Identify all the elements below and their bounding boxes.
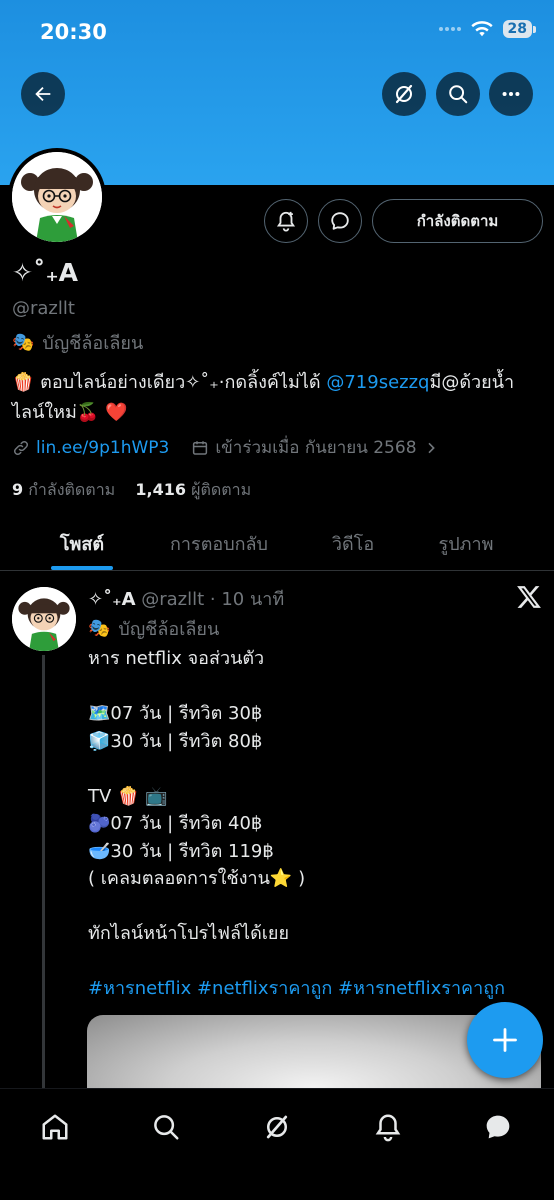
bottom-nav [0,1088,554,1200]
joined-date: เข้าร่วมเมื่อ กันยายน 2568 [215,438,417,458]
post-line: 🥣30 วัน | รีทวิต 119฿ [88,840,274,862]
message-icon [331,212,349,230]
post-avatar-illustration [12,587,76,651]
search-button[interactable] [436,72,480,116]
post-avatar[interactable] [12,587,76,651]
more-button[interactable] [489,72,533,116]
post-line [88,755,543,783]
post-line [88,948,543,976]
chevron-right-icon[interactable] [423,440,439,456]
wifi-icon [470,21,493,37]
post-line: หาร netflix จอส่วนตัว [88,648,265,669]
post-line: ( เคลมตลอดการใช้งาน⭐ ) [88,868,306,889]
followers-count: 1,416 [135,480,187,499]
status-time: 20:30 [40,20,107,44]
nav-grok[interactable] [257,1107,297,1147]
profile-display-name: ✧˚₊A [12,258,78,287]
nav-home[interactable] [35,1107,75,1147]
post-line: 🧊30 วัน | รีทวิต 80฿ [88,730,263,752]
notification-subscribe-button[interactable] [264,199,308,243]
post-parody-label: บัญชีล้อเลียน [118,619,220,640]
x-logo-icon [516,585,542,613]
link-icon [13,440,29,455]
bio-emoji: 🍿 [12,372,35,393]
profile-bio: 🍿 ตอบไลน์อย่างเดียว✧˚₊·กดลิ้งค์ไม่ได้ @7… [12,368,547,428]
post-handle-time: @razllt · 10 นาที [135,589,285,610]
compose-plus-icon [493,1028,517,1052]
post-line: ทักไลน์หน้าโปรไฟล์ได้เยย [88,923,290,944]
nav-notifications[interactable] [368,1107,408,1147]
notification-add-icon [276,211,296,232]
post-header: ✧˚₊A @razllt · 10 นาที [88,584,284,613]
profile-tabs: โพสต์ การตอบกลับ วิดีโอ รูปภาพ [0,515,554,571]
following-label: กำลังติดตาม [28,480,116,499]
followers-label: ผู้ติดตาม [191,480,252,499]
tab-videos[interactable]: วิดีโอ [300,515,406,571]
nav-messages[interactable] [478,1107,518,1147]
post-display-name[interactable]: ✧˚₊A [88,589,136,610]
tab-replies[interactable]: การตอบกลับ [150,515,288,571]
post-line [88,673,543,701]
following-count: 9 [12,480,24,499]
message-button[interactable] [318,199,362,243]
parody-label-row: 🎭 บัญชีล้อเลียน [12,328,143,357]
status-icons: 28 [438,20,537,38]
following-button[interactable]: กำลังติดตาม [372,199,543,243]
followers-stat[interactable]: 1,416 ผู้ติดตาม [135,480,251,499]
compose-button[interactable] [467,1002,543,1078]
website-link[interactable]: lin.ee/9p1hWP3 [36,438,169,458]
thread-line [42,655,45,1090]
search-icon [449,85,468,104]
home-icon [42,1114,68,1140]
tab-posts[interactable]: โพสต์ [22,515,142,571]
parody-label: บัญชีล้อเลียน [42,333,144,354]
grok-nav-icon [266,1115,288,1139]
post-line: TV 🍿 📺 [88,785,168,807]
tab-photos[interactable]: รูปภาพ [410,515,522,571]
post-parody-mask-icon: 🎭 [88,618,111,639]
bell-icon [375,1114,401,1142]
following-stat[interactable]: 9 กำลังติดตาม [12,480,115,499]
more-icon [502,91,520,97]
active-tab-indicator [51,566,113,570]
signal-icon [438,27,461,31]
grok-button[interactable] [382,72,426,116]
avatar-illustration [12,152,102,242]
grok-icon [395,84,413,104]
parody-mask-icon: 🎭 [12,332,35,353]
post-body[interactable]: หาร netflix จอส่วนตัว 🗺️07 วัน | รีทวิต … [88,645,543,1003]
follow-stats: 9 กำลังติดตาม 1,416 ผู้ติดตาม [12,478,251,503]
back-button[interactable] [21,72,65,116]
search-nav-icon [154,1115,179,1140]
post-line: 🫐07 วัน | รีทวิต 40฿ [88,813,263,834]
post-line: 🗺️07 วัน | รีทวิต 30฿ [88,703,263,724]
post-hashtags[interactable]: #หารnetflix #netflixราคาถูก #หารnetflixร… [88,975,543,1003]
calendar-icon [193,440,208,455]
bio-text: ตอบไลน์อย่างเดียว✧˚₊·กดลิ้งค์ไม่ได้ [34,372,327,393]
profile-meta-row: lin.ee/9p1hWP3 เข้าร่วมเมื่อ กันยายน 256… [12,434,439,461]
profile-avatar[interactable] [8,148,106,246]
post-line [88,893,543,921]
profile-handle: @razllt [12,298,75,319]
status-bar: 20:30 28 [0,0,554,66]
messages-nav-icon [486,1115,510,1139]
bio-mention-link[interactable]: @719sezzq [326,372,429,393]
battery-indicator: 28 [502,20,537,38]
back-arrow-icon [35,86,51,102]
nav-search[interactable] [146,1107,186,1147]
post-parody-row: 🎭 บัญชีล้อเลียน [88,614,219,643]
